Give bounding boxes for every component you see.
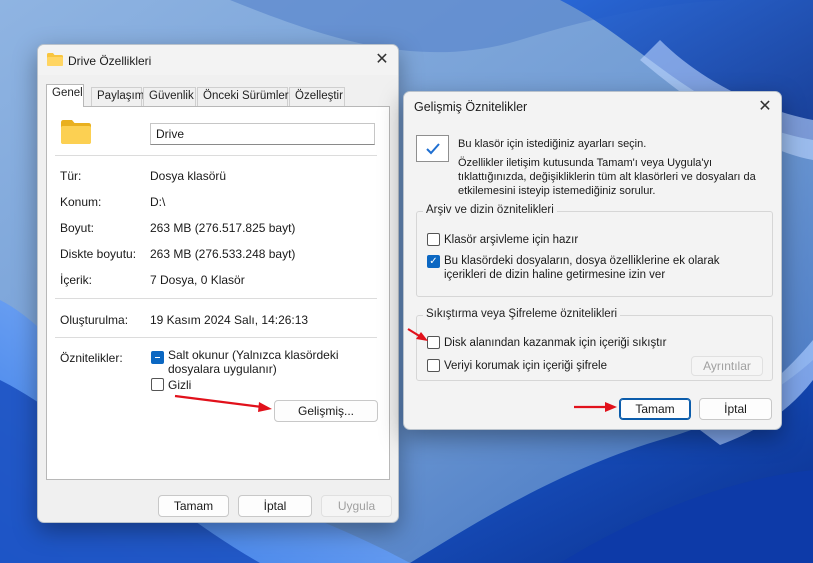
apply-button[interactable]: Uygula — [321, 495, 392, 517]
cancel-button[interactable]: İptal — [238, 495, 312, 517]
general-tab-panel: Drive Tür: Dosya klasörü Konum: D:\ Boyu… — [46, 106, 390, 480]
close-button[interactable]: ✕ — [755, 97, 775, 117]
window-title: Gelişmiş Öznitelikler — [414, 100, 528, 114]
readonly-label: Salt okunur (Yalnızca klasördeki dosyala… — [168, 348, 339, 376]
tab-paylasim[interactable]: Paylaşım — [91, 87, 144, 106]
size-on-disk-value: 263 MB (276.533.248 bayt) — [150, 247, 296, 261]
advanced-attributes-dialog: Gelişmiş Öznitelikler ✕ Bu klasör için i… — [403, 91, 782, 430]
tab-ozellestir[interactable]: Özelleştir — [289, 87, 345, 106]
size-value: 263 MB (276.517.825 bayt) — [150, 221, 296, 235]
archive-label: Klasör arşivleme için hazır — [444, 234, 579, 246]
details-button[interactable]: Ayrıntılar — [691, 356, 763, 376]
title-bar[interactable]: Gelişmiş Öznitelikler ✕ — [404, 92, 781, 122]
ok-button[interactable]: Tamam — [619, 398, 691, 420]
created-value: 19 Kasım 2024 Salı, 14:26:13 — [150, 313, 309, 327]
type-label: Tür: — [60, 169, 82, 183]
folder-icon — [47, 53, 63, 66]
divider — [55, 155, 377, 156]
compress-encrypt-group: Sıkıştırma veya Şifreleme öznitelikleri … — [416, 308, 773, 381]
readonly-checkbox[interactable] — [151, 351, 164, 364]
tab-guvenlik[interactable]: Güvenlik — [143, 87, 196, 106]
properties-dialog: Drive Özellikleri ✕ Genel Paylaşım Güven… — [37, 44, 399, 523]
contents-label: İçerik: — [60, 273, 93, 287]
encrypt-label: Veriyi korumak için içeriği şifrele — [444, 360, 607, 372]
contents-value: 7 Dosya, 0 Klasör — [150, 273, 245, 287]
folder-name-input[interactable]: Drive — [150, 123, 375, 145]
size-label: Boyut: — [60, 221, 95, 235]
archive-checkbox[interactable] — [427, 233, 440, 246]
location-value: D:\ — [150, 195, 166, 209]
intro-text: Bu klasör için istediğiniz ayarları seçi… — [458, 138, 647, 150]
compress-checkbox[interactable] — [427, 336, 440, 349]
cancel-button[interactable]: İptal — [699, 398, 772, 420]
created-label: Oluşturulma: — [60, 313, 129, 327]
tab-onceki-surumler[interactable]: Önceki Sürümler — [197, 87, 289, 106]
size-on-disk-label: Diskte boyutu: — [60, 247, 137, 261]
divider — [55, 337, 377, 338]
attributes-icon — [416, 135, 449, 162]
hidden-label: Gizli — [168, 378, 192, 392]
hidden-checkbox[interactable] — [151, 378, 164, 391]
advanced-button[interactable]: Gelişmiş... — [274, 400, 378, 422]
window-title: Drive Özellikleri — [68, 54, 152, 68]
divider — [55, 298, 377, 299]
checkmark-icon — [426, 143, 440, 155]
archive-index-group: Arşiv ve dizin öznitelikleri Klasör arşi… — [416, 204, 773, 297]
location-label: Konum: — [60, 195, 102, 209]
index-checkbox[interactable]: ✓ — [427, 255, 440, 268]
group-title: Arşiv ve dizin öznitelikleri — [423, 204, 557, 216]
type-value: Dosya klasörü — [150, 169, 227, 183]
title-bar[interactable]: Drive Özellikleri ✕ — [38, 45, 398, 75]
tab-genel[interactable]: Genel — [46, 84, 84, 107]
encrypt-checkbox[interactable] — [427, 359, 440, 372]
folder-large-icon — [61, 120, 91, 144]
group-title: Sıkıştırma veya Şifreleme öznitelikleri — [423, 308, 621, 320]
compress-label: Disk alanından kazanmak için içeriği sık… — [444, 337, 667, 349]
ok-button[interactable]: Tamam — [158, 495, 229, 517]
intro-detail-text: Özellikler iletişim kutusunda Tamam'ı ve… — [458, 157, 756, 197]
attributes-label: Öznitelikler: — [60, 351, 123, 365]
index-label: Bu klasördeki dosyaların, dosya özellikl… — [444, 255, 720, 281]
close-button[interactable]: ✕ — [372, 50, 392, 70]
